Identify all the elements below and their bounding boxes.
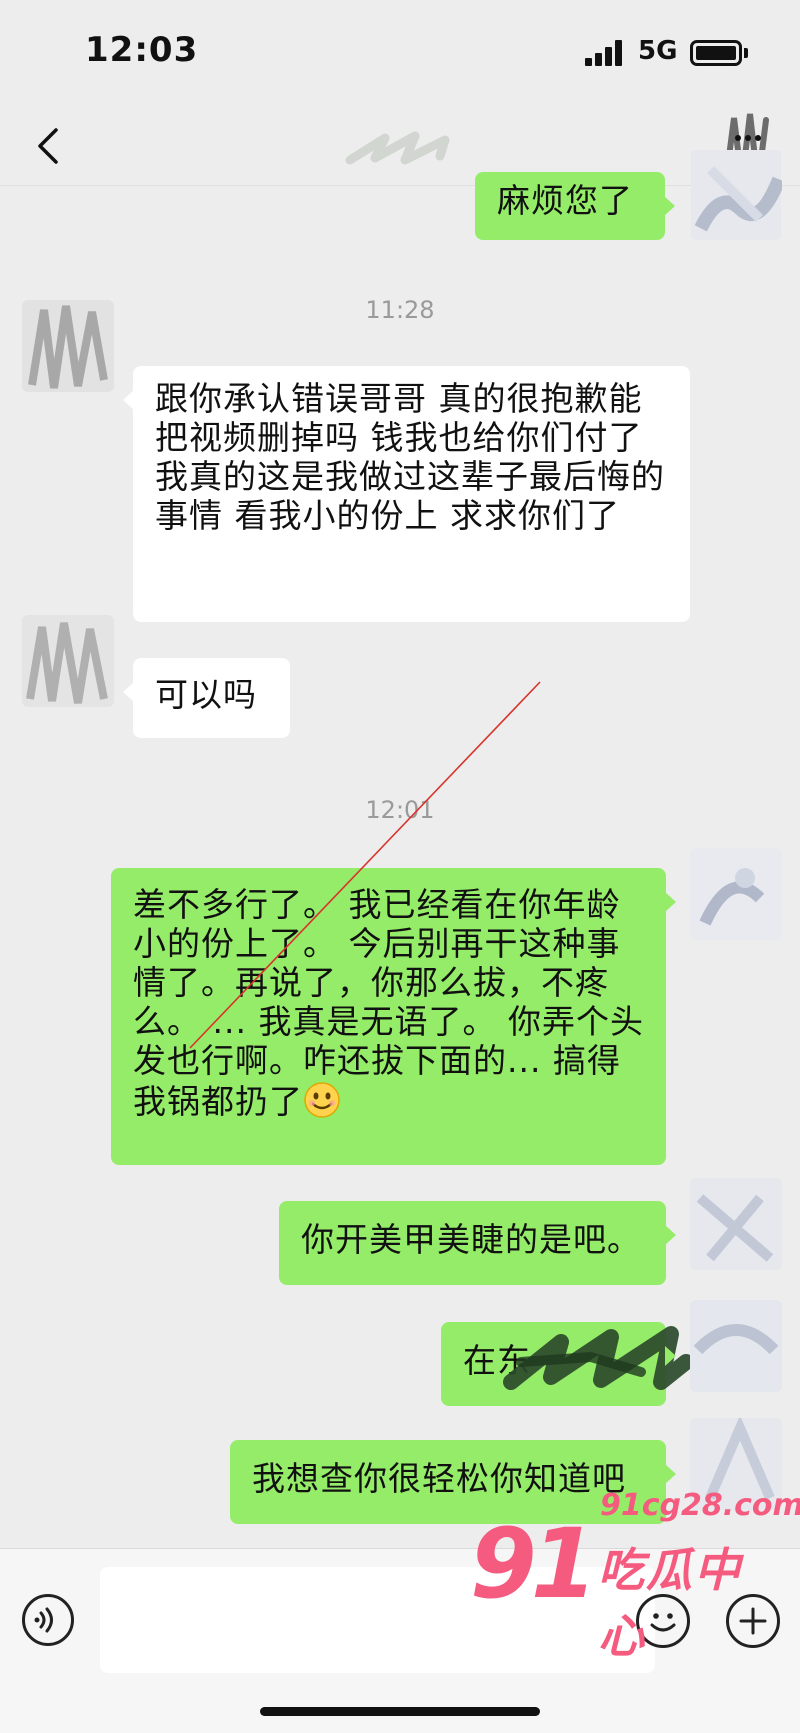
message-text: 差不多行了。 我已经看在你年龄小的份上了。 今后别再干这种事情了。再说了，你那么…	[133, 885, 644, 1121]
signal-icon	[585, 40, 625, 66]
message-bubble-incoming[interactable]: 跟你承认错误哥哥 真的很抱歉能把视频删掉吗 钱我也给你们付了 我真的这是我做过这…	[123, 366, 690, 622]
smile-emoji-icon	[303, 1081, 341, 1119]
avatar-self[interactable]	[690, 150, 782, 240]
watermark-number: 91	[470, 1508, 598, 1620]
battery-cap	[744, 48, 748, 58]
message-bubble-incoming[interactable]: 可以吗	[123, 658, 290, 738]
timestamp: 12:01	[365, 796, 435, 824]
status-time: 12:03	[85, 30, 199, 70]
chevron-left-icon[interactable]	[30, 124, 70, 168]
voice-icon[interactable]	[22, 1594, 74, 1646]
redaction-scribble	[503, 1326, 691, 1390]
message-bubble-outgoing[interactable]: 你开美甲美睫的是吧。	[279, 1201, 676, 1285]
avatar-self[interactable]	[690, 1178, 782, 1270]
watermark-domain: 91cg28.com	[600, 1488, 800, 1523]
watermark-logo: 91 91cg28.com 吃瓜中心	[470, 1478, 800, 1663]
battery-icon	[690, 40, 742, 66]
message-text: 可以吗	[155, 675, 257, 714]
message-bubble-outgoing[interactable]: 麻烦您了	[475, 172, 675, 240]
chat-nav-bar	[0, 110, 800, 186]
avatar-self[interactable]	[690, 1300, 782, 1392]
message-text: 跟你承认错误哥哥 真的很抱歉能把视频删掉吗 钱我也给你们付了 我真的这是我做过这…	[155, 379, 665, 535]
network-label: 5G	[638, 36, 678, 66]
timestamp: 11:28	[365, 296, 435, 324]
status-bar: 12:03 5G	[0, 0, 800, 110]
message-text: 你开美甲美睫的是吧。	[301, 1220, 641, 1259]
home-indicator	[260, 1707, 540, 1716]
message-text: 麻烦您了	[497, 181, 633, 220]
avatar-contact[interactable]	[22, 615, 114, 707]
avatar-self[interactable]	[690, 848, 782, 940]
avatar-contact[interactable]	[22, 300, 114, 392]
message-bubble-outgoing[interactable]: 在东	[441, 1322, 691, 1406]
watermark-name: 吃瓜中心	[598, 1543, 742, 1663]
message-bubble-outgoing[interactable]: 差不多行了。 我已经看在你年龄小的份上了。 今后别再干这种事情了。再说了，你那么…	[111, 868, 676, 1165]
chat-title-redacted	[345, 130, 460, 170]
